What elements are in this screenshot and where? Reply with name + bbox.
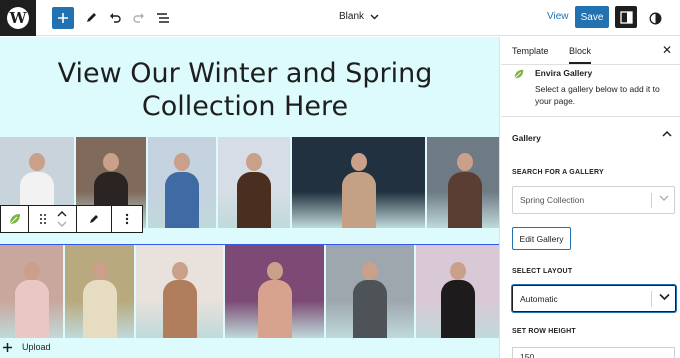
photo-subject-head xyxy=(456,153,473,172)
contrast-icon xyxy=(649,12,661,24)
photo-subject-body xyxy=(237,171,271,228)
move-up-down-icon[interactable] xyxy=(57,210,67,228)
block-toolbar xyxy=(0,205,143,233)
gallery-image[interactable] xyxy=(225,245,324,338)
redo-button[interactable] xyxy=(128,7,150,29)
photo-subject-body xyxy=(353,280,387,338)
photo-subject-head xyxy=(174,153,190,172)
photo-subject-body xyxy=(257,280,292,338)
row-height-input[interactable]: 150 xyxy=(512,347,675,358)
wordpress-logo-button[interactable]: W xyxy=(0,0,36,36)
gallery-row-2 xyxy=(0,244,499,338)
leaf-icon xyxy=(9,214,20,225)
photo-subject-head xyxy=(266,261,283,280)
gallery-panel-toggle[interactable]: Gallery xyxy=(501,117,680,157)
photo-subject-body xyxy=(82,280,117,338)
gallery-image[interactable] xyxy=(218,137,290,228)
layout-value: Automatic xyxy=(520,293,558,304)
sidebar-icon xyxy=(619,10,633,24)
photo-subject-body xyxy=(441,280,475,338)
photo-subject-body xyxy=(341,171,376,228)
panel-title: Gallery xyxy=(512,133,541,143)
settings-sidebar: Template Block ✕ Envira Gallery Select a… xyxy=(501,37,680,358)
photo-subject-head xyxy=(450,261,466,280)
upload-label: Upload xyxy=(22,342,51,352)
pencil-icon xyxy=(90,215,98,223)
editor-toolbar: W Blank View Save xyxy=(0,0,680,36)
tab-block[interactable]: Block xyxy=(569,46,592,64)
photo-subject-body xyxy=(165,171,199,228)
photo-subject-head xyxy=(91,261,108,280)
photo-subject-body xyxy=(14,280,49,338)
drag-and-move-group xyxy=(29,206,77,232)
block-options-button[interactable] xyxy=(112,206,142,232)
photo-subject-body xyxy=(162,280,197,338)
photo-subject-head xyxy=(103,153,119,172)
search-gallery-label: SEARCH FOR A GALLERY xyxy=(512,169,604,176)
close-icon[interactable]: ✕ xyxy=(662,43,672,57)
undo-button[interactable] xyxy=(104,7,126,29)
plus-icon xyxy=(3,342,12,352)
block-type-button[interactable] xyxy=(1,206,29,232)
layout-select[interactable]: Automatic xyxy=(512,285,676,312)
photo-subject-head xyxy=(29,153,45,172)
wordpress-icon: W xyxy=(7,7,29,29)
tools-button[interactable] xyxy=(80,7,102,29)
redo-icon xyxy=(133,13,144,23)
block-card: Envira Gallery Select a gallery below to… xyxy=(501,65,680,117)
block-description: Select a gallery below to add it to your… xyxy=(535,84,660,106)
document-overview-button[interactable] xyxy=(152,7,174,29)
gallery-image[interactable] xyxy=(326,245,414,338)
save-button[interactable]: Save xyxy=(575,6,609,28)
block-title: Envira Gallery xyxy=(535,68,593,78)
select-divider xyxy=(651,291,652,307)
chevron-down-icon xyxy=(370,14,379,19)
settings-toggle-button[interactable] xyxy=(615,6,637,28)
gallery-image[interactable] xyxy=(292,137,425,228)
photo-subject-body xyxy=(447,171,482,228)
view-button[interactable]: View xyxy=(547,11,569,22)
leaf-icon xyxy=(514,69,524,79)
gallery-image[interactable] xyxy=(427,137,499,228)
photo-subject-head xyxy=(23,261,40,280)
list-view-icon xyxy=(157,13,169,23)
chevron-down-icon xyxy=(659,195,669,201)
photo-subject-head xyxy=(350,153,367,172)
page-heading[interactable]: View Our Winter and Spring Collection He… xyxy=(0,57,490,123)
select-divider xyxy=(651,193,652,208)
photo-subject-head xyxy=(246,153,262,172)
gallery-image[interactable] xyxy=(136,245,223,338)
drag-handle-icon[interactable] xyxy=(39,213,47,225)
template-selector[interactable]: Blank xyxy=(339,11,379,22)
chevron-up-icon xyxy=(662,130,672,137)
gallery-image[interactable] xyxy=(65,245,134,338)
gallery-image[interactable] xyxy=(0,245,63,338)
add-block-button[interactable] xyxy=(52,7,74,29)
search-gallery-value: Spring Collection xyxy=(520,195,585,205)
chevron-down-icon xyxy=(659,293,670,301)
editor-canvas[interactable]: View Our Winter and Spring Collection He… xyxy=(0,37,500,358)
plus-icon xyxy=(58,13,68,23)
sidebar-tabs: Template Block ✕ xyxy=(501,37,680,65)
undo-icon xyxy=(110,13,121,23)
search-gallery-select[interactable]: Spring Collection xyxy=(512,186,675,214)
more-vertical-icon xyxy=(125,213,129,225)
tab-template[interactable]: Template xyxy=(512,46,549,56)
row-height-label: SET ROW HEIGHT xyxy=(512,328,576,335)
styles-button[interactable] xyxy=(644,7,666,29)
gallery-image[interactable] xyxy=(416,245,499,338)
photo-subject-head xyxy=(362,261,378,280)
template-name: Blank xyxy=(339,11,365,22)
select-layout-label: SELECT LAYOUT xyxy=(512,268,573,275)
pencil-icon xyxy=(87,13,96,22)
photo-subject-head xyxy=(171,261,188,280)
edit-button[interactable] xyxy=(77,206,112,232)
gallery-image[interactable] xyxy=(148,137,216,228)
upload-button[interactable]: Upload xyxy=(3,342,51,352)
edit-gallery-button[interactable]: Edit Gallery xyxy=(512,227,571,250)
